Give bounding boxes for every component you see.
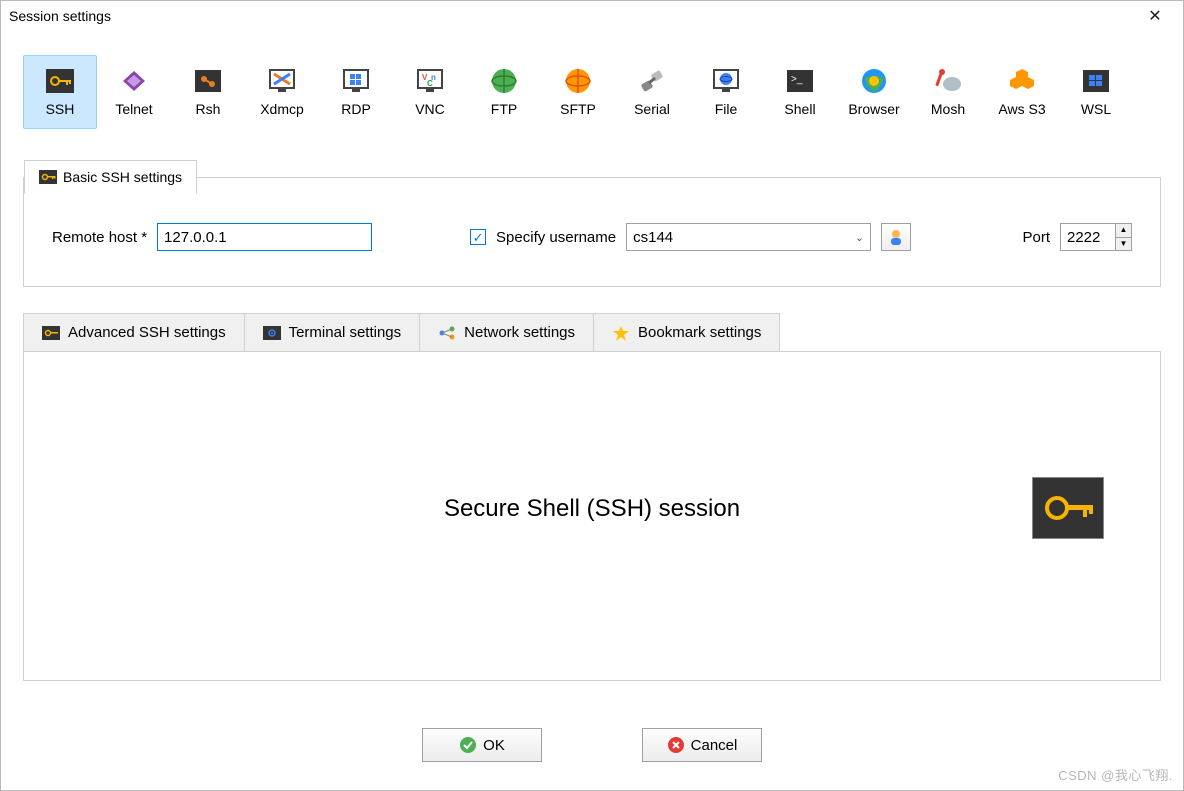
serial-icon [638, 67, 666, 95]
type-ftp[interactable]: FTP [467, 55, 541, 129]
type-label: Mosh [931, 101, 965, 117]
type-vnc[interactable]: VnC VNC [393, 55, 467, 129]
window-title: Session settings [9, 8, 111, 24]
type-telnet[interactable]: Telnet [97, 55, 171, 129]
rdp-icon [342, 67, 370, 95]
rsh-icon [194, 67, 222, 95]
svg-text:C: C [427, 79, 433, 88]
type-label: SSH [46, 101, 75, 117]
ok-button[interactable]: OK [422, 728, 542, 762]
telnet-icon [120, 67, 148, 95]
type-label: Browser [848, 101, 899, 117]
user-manager-button[interactable] [881, 223, 911, 251]
type-ssh[interactable]: SSH [23, 55, 97, 129]
type-browser[interactable]: Browser [837, 55, 911, 129]
remote-host-label: Remote host * [52, 229, 147, 246]
browser-icon [860, 67, 888, 95]
type-rdp[interactable]: RDP [319, 55, 393, 129]
sub-tab-content: Secure Shell (SSH) session [23, 351, 1161, 681]
tab-terminal-settings[interactable]: Terminal settings [245, 313, 421, 351]
type-file[interactable]: File [689, 55, 763, 129]
cancel-label: Cancel [691, 737, 738, 754]
tab-label: Network settings [464, 324, 575, 341]
file-icon [712, 67, 740, 95]
type-label: SFTP [560, 101, 596, 117]
port-input-wrap: ▲▼ [1060, 223, 1132, 251]
wsl-icon [1082, 67, 1110, 95]
aws-icon [1008, 67, 1036, 95]
basic-ssh-tab[interactable]: Basic SSH settings [24, 160, 197, 194]
type-serial[interactable]: Serial [615, 55, 689, 129]
tab-network-settings[interactable]: Network settings [420, 313, 594, 351]
cancel-button[interactable]: Cancel [642, 728, 762, 762]
specify-username-label: Specify username [496, 229, 616, 246]
session-description: Secure Shell (SSH) session [444, 495, 740, 523]
ftp-icon [490, 67, 518, 95]
titlebar: Session settings ✕ [1, 1, 1183, 31]
ok-label: OK [483, 737, 505, 754]
key-icon [46, 67, 74, 95]
close-icon[interactable]: ✕ [1135, 6, 1175, 26]
user-icon [887, 228, 905, 246]
type-sftp[interactable]: SFTP [541, 55, 615, 129]
tab-label: Terminal settings [289, 324, 402, 341]
spin-down-icon[interactable]: ▼ [1116, 238, 1131, 251]
gear-icon [263, 326, 281, 340]
tab-bookmark-settings[interactable]: Bookmark settings [594, 313, 780, 351]
vnc-icon: VnC [416, 67, 444, 95]
type-label: Shell [784, 101, 815, 117]
key-icon [42, 326, 60, 340]
basic-tab-label: Basic SSH settings [63, 169, 182, 185]
specify-username-checkbox[interactable]: ✓ [470, 229, 486, 245]
remote-host-input[interactable] [157, 223, 372, 251]
tab-label: Bookmark settings [638, 324, 761, 341]
type-rsh[interactable]: Rsh [171, 55, 245, 129]
type-label: File [715, 101, 738, 117]
svg-text:>_: >_ [791, 74, 803, 85]
username-select[interactable]: cs144 ⌄ [626, 223, 871, 251]
type-mosh[interactable]: Mosh [911, 55, 985, 129]
type-wsl[interactable]: WSL [1059, 55, 1133, 129]
shell-icon: >_ [786, 67, 814, 95]
x-circle-icon [667, 736, 685, 754]
type-label: FTP [491, 101, 517, 117]
type-label: Xdmcp [260, 101, 304, 117]
chevron-down-icon: ⌄ [855, 231, 864, 244]
sftp-icon [564, 67, 592, 95]
spin-up-icon[interactable]: ▲ [1116, 224, 1131, 238]
tab-advanced-ssh[interactable]: Advanced SSH settings [23, 313, 245, 351]
type-label: Rsh [196, 101, 221, 117]
network-icon [438, 325, 456, 341]
username-value: cs144 [633, 229, 673, 246]
sub-tabs: Advanced SSH settings Terminal settings … [23, 313, 1161, 351]
dialog-buttons: OK Cancel [1, 728, 1183, 762]
type-label: VNC [415, 101, 445, 117]
sub-tabs-wrap: Advanced SSH settings Terminal settings … [23, 313, 1161, 681]
basic-row: Remote host * ✓ Specify username cs144 ⌄… [52, 223, 1132, 251]
mosh-icon [934, 67, 962, 95]
star-icon [612, 325, 630, 341]
type-label: RDP [341, 101, 371, 117]
key-icon [39, 170, 57, 184]
type-label: Serial [634, 101, 670, 117]
session-type-row: SSH Telnet Rsh Xdmcp RDP VnC VNC FTP SFT… [1, 31, 1183, 147]
xdmcp-icon [268, 67, 296, 95]
basic-ssh-panel: Basic SSH settings Remote host * ✓ Speci… [23, 177, 1161, 287]
type-shell[interactable]: >_ Shell [763, 55, 837, 129]
type-awss3[interactable]: Aws S3 [985, 55, 1059, 129]
type-label: Telnet [115, 101, 152, 117]
port-label: Port [1022, 229, 1050, 246]
tab-label: Advanced SSH settings [68, 324, 226, 341]
ssh-key-large-icon [1032, 477, 1104, 539]
type-label: WSL [1081, 101, 1111, 117]
port-input[interactable] [1061, 224, 1115, 250]
type-xdmcp[interactable]: Xdmcp [245, 55, 319, 129]
type-label: Aws S3 [998, 101, 1045, 117]
check-circle-icon [459, 736, 477, 754]
watermark: CSDN @我心飞翔. [1058, 765, 1173, 784]
port-spinner[interactable]: ▲▼ [1115, 224, 1131, 250]
